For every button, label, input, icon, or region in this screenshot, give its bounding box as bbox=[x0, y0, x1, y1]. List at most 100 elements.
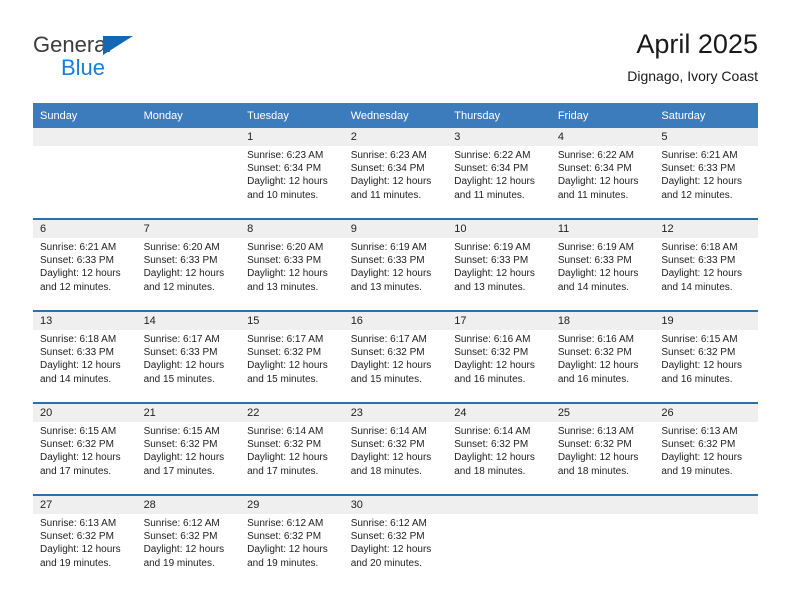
day-details bbox=[551, 514, 655, 517]
calendar-day-cell[interactable]: 3 Sunrise: 6:22 AM Sunset: 6:34 PM Daylight… bbox=[447, 128, 551, 219]
calendar-day-cell[interactable]: 8 Sunrise: 6:20 AM Sunset: 6:33 PM Daylight… bbox=[240, 218, 344, 311]
sunrise-text: Sunrise: 6:17 AM bbox=[350, 334, 427, 345]
sunset-text: Sunset: 6:32 PM bbox=[661, 347, 736, 359]
sunset-text: Sunset: 6:32 PM bbox=[143, 531, 218, 543]
sunset-text: Sunset: 6:32 PM bbox=[557, 439, 632, 451]
daylight-text-line1: Daylight: 12 hours bbox=[661, 268, 742, 280]
calendar-day-cell[interactable]: 28 Sunrise: 6:12 AM Sunset: 6:32 PM Dayligh… bbox=[136, 494, 241, 586]
day-cell-inner: 27 Sunrise: 6:13 AM Sunset: 6:32 PM Dayligh… bbox=[33, 496, 137, 586]
sunrise-text: Sunrise: 6:20 AM bbox=[143, 242, 220, 253]
daylight-text-line1: Daylight: 12 hours bbox=[143, 360, 225, 372]
day-number bbox=[136, 128, 241, 146]
calendar-day-cell[interactable]: 10 Sunrise: 6:19 AM Sunset: 6:33 PM Dayligh… bbox=[447, 218, 551, 311]
day-details: Sunrise: 6:18 AM Sunset: 6:33 PM Daylight:… bbox=[33, 330, 137, 386]
day-details: Sunrise: 6:13 AM Sunset: 6:32 PM Daylight:… bbox=[551, 422, 655, 478]
calendar-day-cell[interactable]: 26 Sunrise: 6:13 AM Sunset: 6:32 PM Dayligh… bbox=[654, 402, 758, 495]
day-number: 20 bbox=[33, 404, 137, 422]
day-details: Sunrise: 6:22 AM Sunset: 6:34 PM Daylight:… bbox=[447, 146, 551, 202]
calendar-day-cell[interactable]: 18 Sunrise: 6:16 AM Sunset: 6:32 PM Dayligh… bbox=[550, 310, 655, 403]
day-cell-inner: 10 Sunrise: 6:19 AM Sunset: 6:33 PM Dayligh… bbox=[447, 220, 551, 310]
calendar-day-cell[interactable]: 4 Sunrise: 6:22 AM Sunset: 6:34 PM Daylight… bbox=[550, 128, 655, 219]
weekday-header-thursday: Thursday bbox=[447, 103, 551, 128]
general-blue-logo: General Blue bbox=[33, 32, 163, 88]
day-number: 22 bbox=[240, 404, 344, 422]
day-cell-inner: 29 Sunrise: 6:12 AM Sunset: 6:32 PM Dayligh… bbox=[240, 496, 344, 586]
calendar-day-cell[interactable]: 7 Sunrise: 6:20 AM Sunset: 6:33 PM Daylight… bbox=[136, 218, 241, 311]
daylight-text-line1: Daylight: 12 hours bbox=[247, 360, 328, 372]
day-number: 16 bbox=[343, 312, 448, 330]
sunrise-text: Sunrise: 6:20 AM bbox=[247, 242, 324, 253]
sunset-text: Sunset: 6:33 PM bbox=[661, 163, 736, 175]
calendar-day-cell[interactable]: 1 Sunrise: 6:23 AM Sunset: 6:34 PM Daylight… bbox=[240, 128, 344, 219]
daylight-text-line1: Daylight: 12 hours bbox=[350, 544, 432, 556]
calendar-day-cell[interactable]: 16 Sunrise: 6:17 AM Sunset: 6:32 PM Dayligh… bbox=[343, 310, 448, 403]
calendar-day-cell[interactable]: 13 Sunrise: 6:18 AM Sunset: 6:33 PM Dayligh… bbox=[33, 310, 137, 403]
day-cell-inner: 11 Sunrise: 6:19 AM Sunset: 6:33 PM Dayligh… bbox=[550, 220, 655, 310]
calendar-day-cell-empty bbox=[136, 128, 241, 219]
daylight-text-line1: Daylight: 12 hours bbox=[454, 268, 535, 280]
daylight-text-line2: and 12 minutes. bbox=[40, 281, 112, 293]
calendar-day-cell[interactable]: 25 Sunrise: 6:13 AM Sunset: 6:32 PM Dayligh… bbox=[550, 402, 655, 495]
day-details: Sunrise: 6:16 AM Sunset: 6:32 PM Daylight:… bbox=[551, 330, 655, 386]
day-cell-inner: 19 Sunrise: 6:15 AM Sunset: 6:32 PM Dayligh… bbox=[654, 312, 758, 402]
day-number: 23 bbox=[343, 404, 448, 422]
day-cell-inner: 18 Sunrise: 6:16 AM Sunset: 6:32 PM Dayligh… bbox=[550, 312, 655, 402]
sunset-text: Sunset: 6:33 PM bbox=[40, 347, 114, 359]
calendar-day-cell[interactable]: 17 Sunrise: 6:16 AM Sunset: 6:32 PM Dayligh… bbox=[447, 310, 551, 403]
calendar-day-cell[interactable]: 21 Sunrise: 6:15 AM Sunset: 6:32 PM Dayligh… bbox=[136, 402, 241, 495]
calendar-day-cell[interactable]: 5 Sunrise: 6:21 AM Sunset: 6:33 PM Daylight… bbox=[654, 128, 758, 219]
sunset-text: Sunset: 6:32 PM bbox=[454, 439, 529, 451]
day-cell-inner bbox=[33, 128, 137, 218]
calendar-day-cell[interactable]: 30 Sunrise: 6:12 AM Sunset: 6:32 PM Dayligh… bbox=[343, 494, 448, 586]
calendar-day-cell[interactable]: 14 Sunrise: 6:17 AM Sunset: 6:33 PM Dayligh… bbox=[136, 310, 241, 403]
calendar-day-cell[interactable]: 29 Sunrise: 6:12 AM Sunset: 6:32 PM Dayligh… bbox=[240, 494, 344, 586]
daylight-text-line2: and 17 minutes. bbox=[40, 465, 112, 477]
sunrise-text: Sunrise: 6:19 AM bbox=[350, 242, 427, 253]
calendar-week-row: 6 Sunrise: 6:21 AM Sunset: 6:33 PM Daylight… bbox=[33, 218, 758, 311]
daylight-text-line1: Daylight: 12 hours bbox=[557, 176, 639, 188]
day-cell-inner: 15 Sunrise: 6:17 AM Sunset: 6:32 PM Dayligh… bbox=[240, 312, 344, 402]
calendar-day-cell[interactable]: 12 Sunrise: 6:18 AM Sunset: 6:33 PM Dayligh… bbox=[654, 218, 758, 311]
day-cell-inner: 17 Sunrise: 6:16 AM Sunset: 6:32 PM Dayligh… bbox=[447, 312, 551, 402]
day-cell-inner: 22 Sunrise: 6:14 AM Sunset: 6:32 PM Dayligh… bbox=[240, 404, 344, 494]
calendar-day-cell[interactable]: 24 Sunrise: 6:14 AM Sunset: 6:32 PM Dayligh… bbox=[447, 402, 551, 495]
day-number: 28 bbox=[136, 496, 241, 514]
calendar-day-cell[interactable]: 2 Sunrise: 6:23 AM Sunset: 6:34 PM Daylight… bbox=[343, 128, 448, 219]
calendar-day-cell[interactable]: 11 Sunrise: 6:19 AM Sunset: 6:33 PM Dayligh… bbox=[550, 218, 655, 311]
calendar-week-row: 20 Sunrise: 6:15 AM Sunset: 6:32 PM Dayligh… bbox=[33, 402, 758, 495]
day-cell-inner bbox=[654, 496, 758, 586]
day-cell-inner bbox=[447, 496, 551, 586]
daylight-text-line2: and 20 minutes. bbox=[350, 557, 422, 569]
calendar-day-cell[interactable]: 27 Sunrise: 6:13 AM Sunset: 6:32 PM Dayligh… bbox=[33, 494, 137, 586]
sunset-text: Sunset: 6:32 PM bbox=[661, 439, 736, 451]
daylight-text-line1: Daylight: 12 hours bbox=[454, 176, 535, 188]
day-number: 7 bbox=[136, 220, 241, 238]
day-details bbox=[654, 514, 758, 517]
day-details: Sunrise: 6:14 AM Sunset: 6:32 PM Daylight:… bbox=[447, 422, 551, 478]
calendar-day-cell[interactable]: 20 Sunrise: 6:15 AM Sunset: 6:32 PM Dayligh… bbox=[33, 402, 137, 495]
calendar-day-cell[interactable]: 23 Sunrise: 6:14 AM Sunset: 6:32 PM Dayligh… bbox=[343, 402, 448, 495]
page-title: April 2025 bbox=[636, 29, 758, 59]
day-details: Sunrise: 6:22 AM Sunset: 6:34 PM Daylight:… bbox=[551, 146, 655, 202]
day-cell-inner: 25 Sunrise: 6:13 AM Sunset: 6:32 PM Dayligh… bbox=[550, 404, 655, 494]
sunrise-text: Sunrise: 6:17 AM bbox=[143, 334, 220, 345]
daylight-text-line2: and 11 minutes. bbox=[557, 189, 629, 201]
sunrise-text: Sunrise: 6:13 AM bbox=[40, 518, 117, 529]
sunset-text: Sunset: 6:33 PM bbox=[350, 255, 425, 267]
calendar-day-cell[interactable]: 9 Sunrise: 6:19 AM Sunset: 6:33 PM Daylight… bbox=[343, 218, 448, 311]
logo-triangle-icon bbox=[103, 36, 133, 55]
calendar-day-cell[interactable]: 6 Sunrise: 6:21 AM Sunset: 6:33 PM Daylight… bbox=[33, 218, 137, 311]
calendar-day-cell[interactable]: 15 Sunrise: 6:17 AM Sunset: 6:32 PM Dayligh… bbox=[240, 310, 344, 403]
day-details: Sunrise: 6:15 AM Sunset: 6:32 PM Daylight:… bbox=[654, 330, 758, 386]
sunrise-text: Sunrise: 6:12 AM bbox=[350, 518, 427, 529]
sunset-text: Sunset: 6:32 PM bbox=[247, 531, 322, 543]
weekday-header-sunday: Sunday bbox=[33, 103, 137, 128]
daylight-text-line1: Daylight: 12 hours bbox=[143, 268, 225, 280]
daylight-text-line1: Daylight: 12 hours bbox=[40, 452, 121, 464]
calendar-day-cell[interactable]: 19 Sunrise: 6:15 AM Sunset: 6:32 PM Dayligh… bbox=[654, 310, 758, 403]
daylight-text-line1: Daylight: 12 hours bbox=[247, 544, 328, 556]
calendar-day-cell[interactable]: 22 Sunrise: 6:14 AM Sunset: 6:32 PM Dayligh… bbox=[240, 402, 344, 495]
day-number: 30 bbox=[343, 496, 448, 514]
sunrise-text: Sunrise: 6:23 AM bbox=[350, 150, 427, 161]
weekday-header-friday: Friday bbox=[550, 103, 655, 128]
